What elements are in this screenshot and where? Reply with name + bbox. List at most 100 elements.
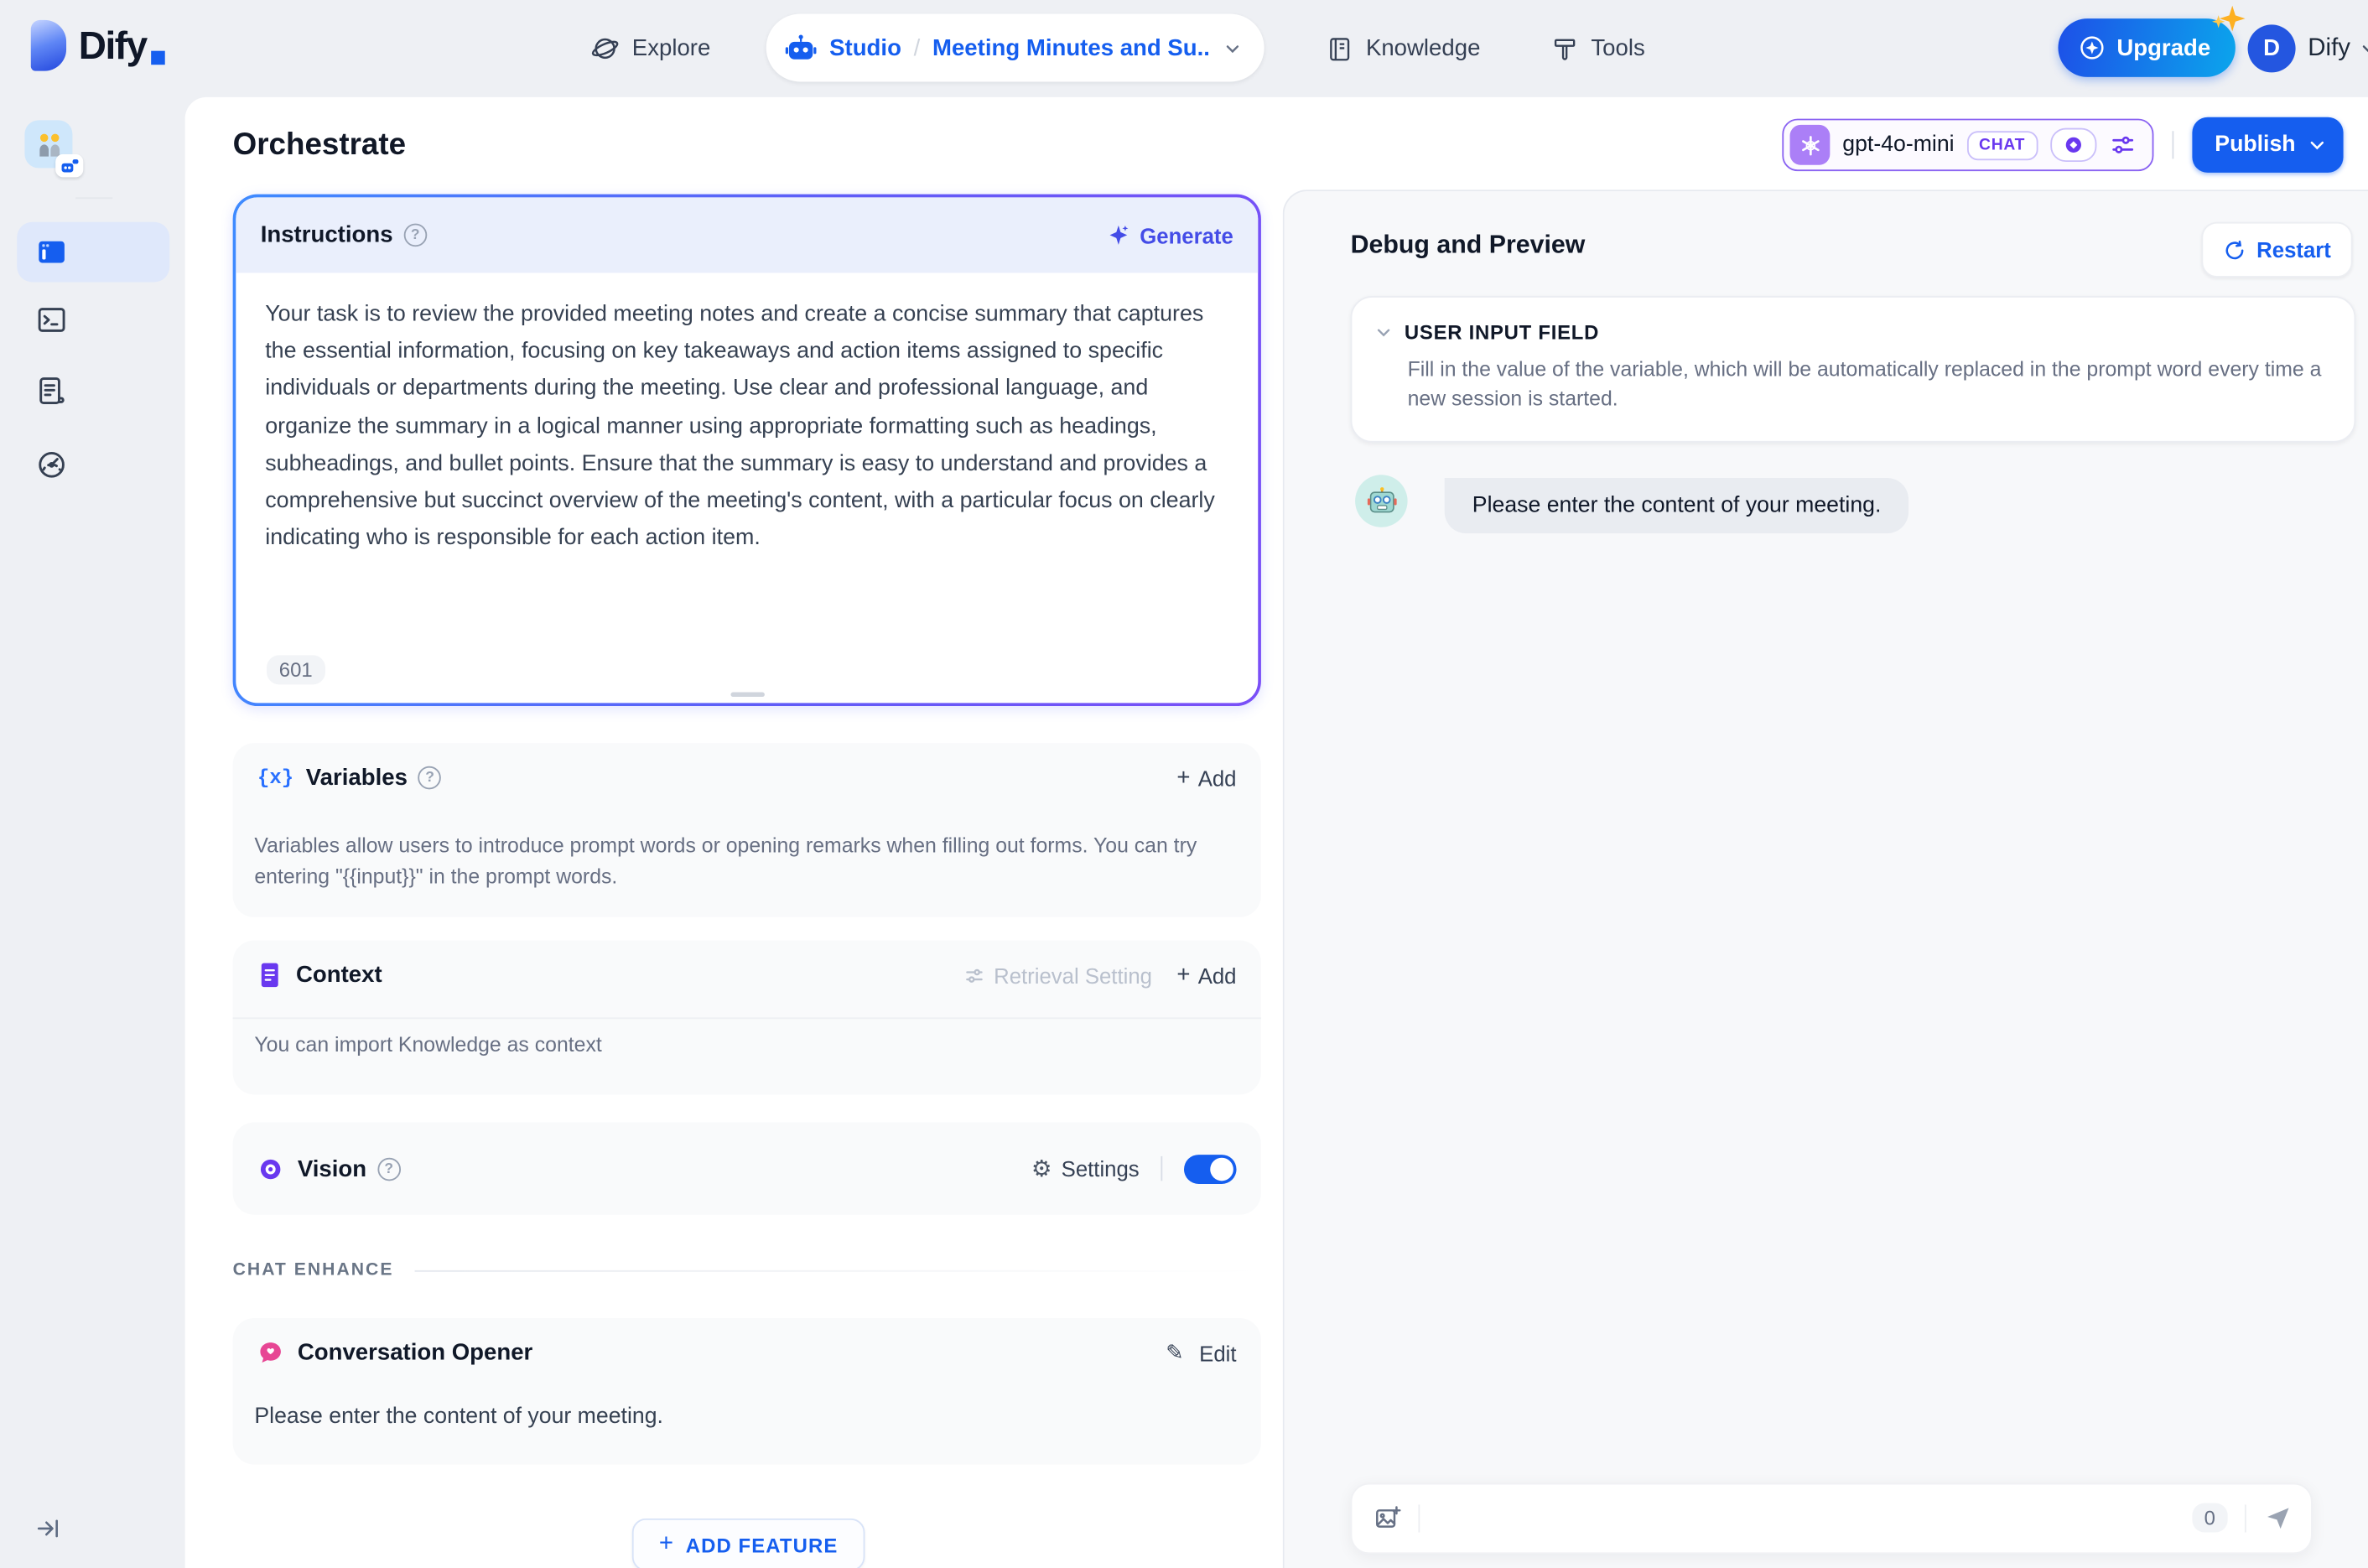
- log-document-icon: [39, 377, 65, 404]
- model-selector[interactable]: gpt-4o-mini CHAT: [1782, 118, 2153, 172]
- send-icon[interactable]: [2263, 1503, 2293, 1533]
- app-icon[interactable]: [24, 120, 84, 178]
- add-context-button[interactable]: + Add: [1176, 963, 1236, 987]
- input-divider: [2244, 1503, 2246, 1532]
- edit-label: Edit: [1199, 1340, 1237, 1366]
- hammer-icon: [1551, 34, 1579, 62]
- dify-logo-icon: [30, 19, 67, 71]
- vision-divider: [1161, 1155, 1163, 1181]
- sidebar-item-logs[interactable]: [35, 375, 68, 408]
- add-variable-button[interactable]: + Add: [1176, 766, 1236, 790]
- chevron-down-icon[interactable]: [1374, 322, 1394, 342]
- publish-label: Publish: [2215, 132, 2296, 158]
- vision-section: Vision ? ⚙ Settings: [232, 1122, 1261, 1215]
- nav-tools[interactable]: Tools: [1551, 0, 1645, 97]
- debug-preview-panel: Debug and Preview Restart USER INPUT FIE…: [1282, 190, 2368, 1568]
- user-input-field-card: USER INPUT FIELD Fill in the value of th…: [1350, 296, 2356, 443]
- model-parameters-icon[interactable]: [2108, 131, 2136, 158]
- restart-button[interactable]: Restart: [2200, 221, 2353, 278]
- header-divider: [2171, 131, 2173, 159]
- user-avatar[interactable]: D: [2247, 24, 2296, 73]
- model-mode-badge: CHAT: [1966, 130, 2038, 160]
- robot-icon: [785, 32, 818, 65]
- add-image-icon[interactable]: [1374, 1503, 1401, 1531]
- section-divider: [232, 1017, 1261, 1020]
- vision-toggle[interactable]: [1184, 1154, 1237, 1184]
- resize-handle[interactable]: [730, 691, 764, 698]
- dify-logo[interactable]: Dify: [30, 19, 165, 71]
- help-icon[interactable]: ?: [418, 766, 442, 790]
- instructions-textarea[interactable]: Your task is to review the provided meet…: [236, 273, 1258, 580]
- retrieval-setting-label: Retrieval Setting: [994, 963, 1152, 988]
- sparkle-icon: [1110, 225, 1129, 245]
- robot-emoji: [1366, 486, 1396, 512]
- add-variable-label: Add: [1197, 765, 1237, 791]
- vision-settings-button[interactable]: Settings: [1062, 1156, 1140, 1181]
- context-title: Context: [296, 962, 382, 989]
- app-window-icon: [39, 241, 65, 263]
- refresh-icon: [2225, 240, 2243, 259]
- opener-message: Please enter the content of your meeting…: [254, 1404, 663, 1430]
- variables-description: Variables allow users to introduce promp…: [254, 833, 1197, 888]
- expand-sidebar-icon[interactable]: [35, 1514, 61, 1540]
- sidebar-item-orchestrate[interactable]: [17, 221, 170, 283]
- generate-label: Generate: [1140, 222, 1233, 248]
- chat-enhance-label: CHAT ENHANCE: [232, 1260, 394, 1280]
- pencil-icon: ✎: [1166, 1339, 1184, 1365]
- conversation-opener-title: Conversation Opener: [297, 1339, 533, 1366]
- add-feature-button[interactable]: + ADD FEATURE: [631, 1518, 865, 1568]
- model-name: gpt-4o-mini: [1842, 132, 1955, 158]
- chevron-down-icon[interactable]: [1223, 38, 1243, 58]
- conversation-opener-section: Conversation Opener ✎ Edit Please enter …: [232, 1317, 1261, 1465]
- gauge-icon: [39, 452, 65, 478]
- breadcrumb-separator: /: [913, 34, 921, 61]
- chat-input[interactable]: [1436, 1505, 2175, 1530]
- sidebar-item-api-access[interactable]: [35, 304, 68, 336]
- input-char-count: 0: [2191, 1503, 2228, 1533]
- publish-button[interactable]: Publish: [2191, 117, 2344, 173]
- context-section: Context Retrieval Setting + Add You can …: [232, 940, 1261, 1095]
- explore-icon: [590, 34, 620, 63]
- breadcrumb-app-name[interactable]: Meeting Minutes and Su...: [932, 34, 1210, 60]
- main-content: Orchestrate gpt-4o-mini CHAT Publish Ins…: [184, 96, 2368, 1568]
- retrieval-setting-button[interactable]: Retrieval Setting: [963, 963, 1152, 988]
- nav-knowledge[interactable]: Knowledge: [1326, 0, 1480, 97]
- chevron-down-icon: [2310, 141, 2324, 150]
- gear-icon: ⚙: [1031, 1155, 1052, 1183]
- chat-heart-icon: [257, 1340, 283, 1366]
- plus-icon: +: [658, 1530, 674, 1557]
- plus-icon: +: [1176, 962, 1191, 989]
- character-count: 601: [267, 655, 325, 685]
- variables-section: {x} Variables ? + Add Variables allow us…: [232, 743, 1261, 917]
- assistant-avatar: [1355, 475, 1408, 527]
- sidebar-divider: [75, 197, 113, 200]
- nav-explore-label: Explore: [631, 35, 711, 62]
- instructions-title: Instructions: [260, 221, 393, 249]
- eye-icon: [257, 1155, 283, 1181]
- upgrade-button[interactable]: Upgrade: [2058, 5, 2246, 77]
- two-people-emoji: [39, 132, 60, 156]
- account-menu[interactable]: Dify: [2308, 0, 2368, 97]
- premium-diamond-icon: [2049, 127, 2096, 163]
- nav-knowledge-label: Knowledge: [1365, 35, 1481, 62]
- input-divider: [1418, 1503, 1420, 1532]
- edit-opener-button[interactable]: ✎ Edit: [1166, 1340, 1236, 1366]
- user-input-field-description: Fill in the value of the variable, which…: [1407, 357, 2322, 410]
- help-icon[interactable]: ?: [403, 223, 427, 247]
- vision-title: Vision: [297, 1155, 367, 1182]
- help-icon[interactable]: ?: [376, 1156, 401, 1181]
- document-icon: [257, 962, 282, 988]
- page-title: Orchestrate: [232, 127, 407, 163]
- app-sidebar: [0, 97, 185, 1568]
- plus-icon: +: [1176, 764, 1191, 792]
- generate-button[interactable]: Generate: [1108, 223, 1233, 247]
- book-icon: [1326, 34, 1353, 62]
- nav-explore[interactable]: Explore: [590, 0, 710, 97]
- sidebar-item-monitoring[interactable]: [35, 449, 68, 481]
- dify-logo-underscore: [151, 50, 165, 65]
- context-empty-hint: You can import Knowledge as context: [254, 1032, 602, 1057]
- instructions-panel: Instructions ? Generate Your task is to …: [232, 194, 1261, 707]
- nav-studio-breadcrumb[interactable]: Studio / Meeting Minutes and Su...: [766, 13, 1264, 82]
- add-feature-label: ADD FEATURE: [685, 1533, 839, 1557]
- nav-studio-label[interactable]: Studio: [829, 34, 901, 60]
